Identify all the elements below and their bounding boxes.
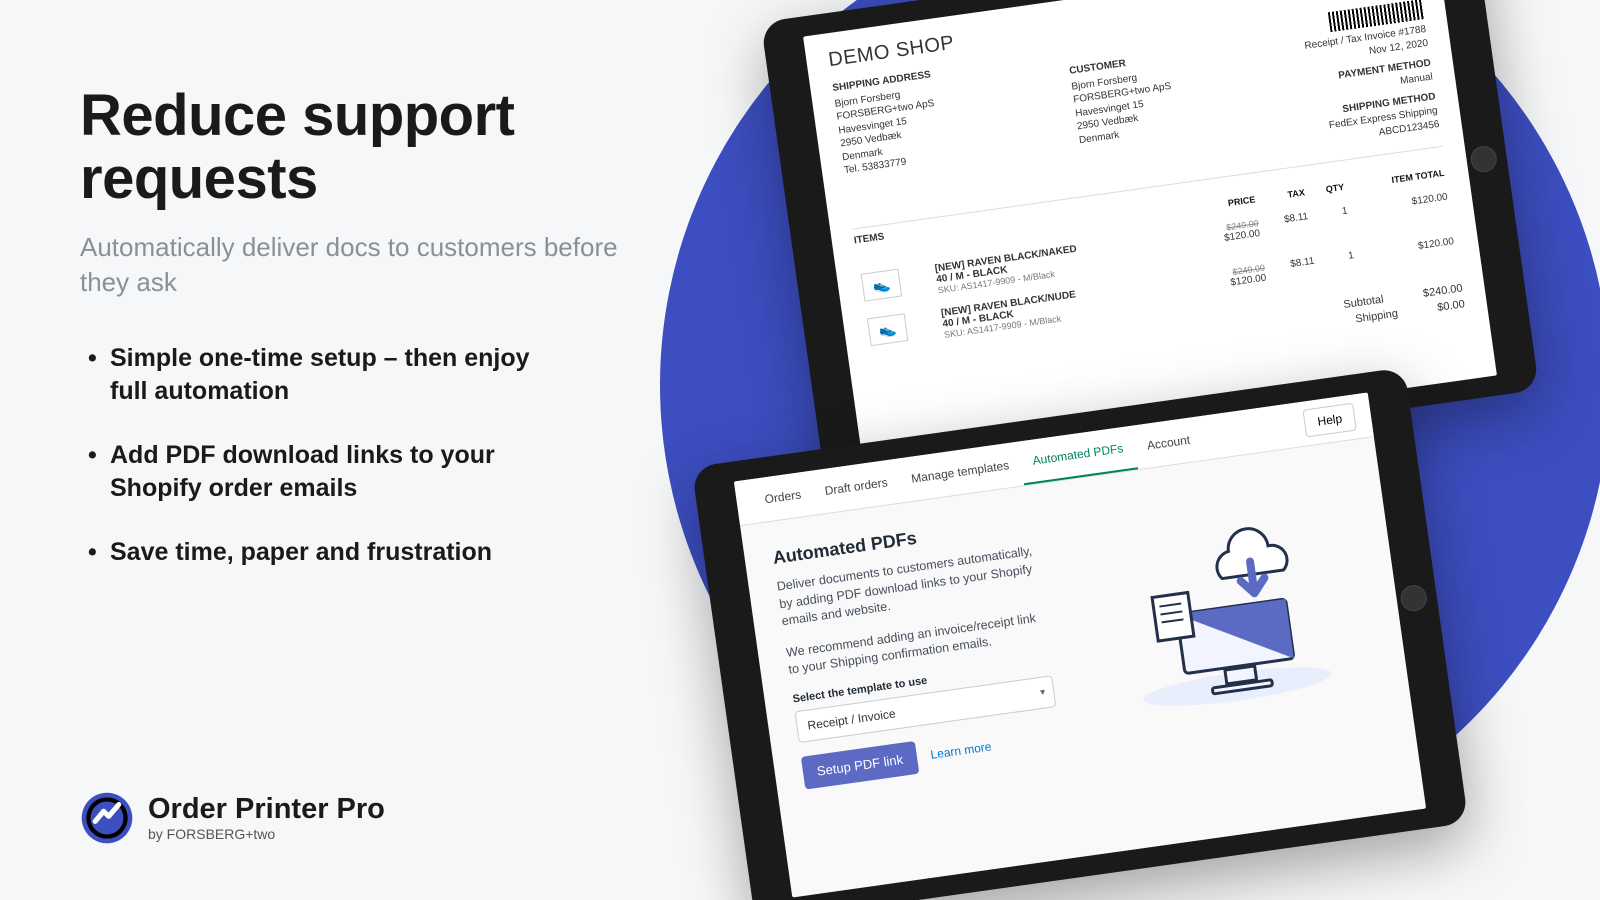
product-thumb-icon: 👟 [861, 269, 903, 302]
item-qty: 1 [1315, 244, 1361, 294]
learn-more-link[interactable]: Learn more [930, 739, 993, 761]
bullet-list: Simple one-time setup – then enjoy full … [80, 342, 640, 569]
shipping-total-label: Shipping [1355, 308, 1399, 326]
cust-country: Denmark [1078, 129, 1120, 146]
bullet-item: Save time, paper and frustration [80, 536, 540, 569]
tab-account[interactable]: Account [1132, 417, 1205, 468]
download-illustration [1069, 467, 1384, 748]
bullet-item: Simple one-time setup – then enjoy full … [80, 342, 540, 407]
bullet-item: Add PDF download links to your Shopify o… [80, 439, 540, 504]
tab-orders[interactable]: Orders [750, 472, 816, 522]
shipping-address-block: SHIPPING ADDRESS Bjorn Forsberg FORSBERG… [832, 68, 949, 214]
help-button[interactable]: Help [1303, 403, 1357, 438]
brand-title: Order Printer Pro [148, 795, 385, 824]
shipping-total-value: $0.00 [1437, 298, 1466, 314]
brand-logo-icon [80, 791, 134, 845]
customer-block: CUSTOMER Bjorn Forsberg FORSBERG+two ApS… [1068, 51, 1182, 182]
item-qty: 1 [1309, 199, 1355, 249]
subheadline: Automatically deliver docs to customers … [80, 230, 640, 300]
brand-byline: by FORSBERG+two [148, 827, 385, 841]
tablet-home-button-icon [1469, 144, 1498, 173]
invoice-meta: Receipt / Tax Invoice #1788 Nov 12, 2020… [1300, 0, 1440, 149]
tablet-home-button-icon [1399, 583, 1428, 612]
setup-pdf-link-button[interactable]: Setup PDF link [801, 740, 919, 789]
product-thumb-icon: 👟 [867, 313, 909, 346]
headline: Reduce support requests [80, 85, 640, 210]
brand-lockup: Order Printer Pro by FORSBERG+two [80, 791, 385, 845]
payment-method: Manual [1400, 71, 1434, 86]
item-tax: $8.11 [1259, 205, 1315, 257]
item-tax: $8.11 [1265, 249, 1321, 301]
